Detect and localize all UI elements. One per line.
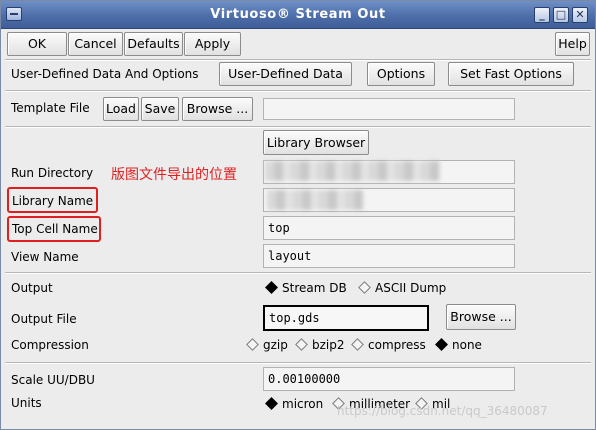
stream-out-window: Virtuoso® Stream Out _ □ ✕ OK Cancel Def… [0, 0, 596, 430]
compression-bzip2-radio[interactable]: bzip2 [295, 338, 345, 352]
units-micron-radio[interactable]: micron [265, 397, 323, 411]
radio-unselected-icon [246, 338, 259, 351]
separator [5, 272, 591, 274]
apply-button[interactable]: Apply [184, 32, 241, 56]
window-title: Virtuoso® Stream Out [210, 7, 386, 22]
cancel-button[interactable]: Cancel [68, 32, 123, 56]
watermark-text: https://blog.csdn.net/qq_36480087 [337, 404, 548, 418]
set-fast-options-button[interactable]: Set Fast Options [448, 62, 574, 86]
radio-selected-icon [435, 338, 448, 351]
compression-compress-radio[interactable]: compress [351, 338, 426, 352]
user-defined-data-button[interactable]: User-Defined Data [219, 62, 352, 86]
library-name-label: Library Name [12, 194, 94, 208]
template-file-label: Template File [11, 101, 90, 115]
compression-gzip-radio[interactable]: gzip [246, 338, 288, 352]
output-file-browse-button[interactable]: Browse ... [446, 304, 516, 330]
radio-unselected-icon [358, 281, 371, 294]
template-load-button[interactable]: Load [103, 97, 139, 121]
minimize-icon[interactable]: _ [534, 7, 550, 23]
compression-label: Compression [11, 338, 89, 352]
top-cell-name-input[interactable]: top [263, 216, 515, 240]
radio-selected-icon [265, 281, 278, 294]
separator [5, 362, 591, 364]
view-name-label: View Name [11, 250, 79, 264]
ok-button[interactable]: OK [7, 32, 67, 56]
output-file-input[interactable]: top.gds [263, 305, 429, 331]
separator [5, 90, 591, 92]
output-stream-db-radio[interactable]: Stream DB [265, 281, 347, 295]
scale-input[interactable]: 0.00100000 [263, 367, 515, 391]
redacted-library-name [267, 190, 363, 210]
template-save-button[interactable]: Save [141, 97, 179, 121]
close-icon[interactable]: ✕ [572, 7, 588, 23]
radio-selected-icon [265, 397, 278, 410]
library-browser-button[interactable]: Library Browser [263, 130, 369, 155]
units-label: Units [11, 396, 42, 410]
output-label: Output [11, 281, 53, 295]
top-cell-name-label: Top Cell Name [12, 222, 98, 236]
template-file-input[interactable] [263, 98, 515, 120]
output-ascii-dump-radio[interactable]: ASCII Dump [358, 281, 446, 295]
output-file-label: Output File [11, 312, 77, 326]
title-bar[interactable]: Virtuoso® Stream Out _ □ ✕ [1, 1, 595, 29]
options-button[interactable]: Options [367, 62, 435, 86]
user-defined-options-label: User-Defined Data And Options [11, 67, 199, 81]
separator [5, 126, 591, 128]
radio-unselected-icon [295, 338, 308, 351]
template-browse-button[interactable]: Browse ... [182, 97, 253, 121]
redacted-run-directory [265, 161, 440, 181]
maximize-icon[interactable]: □ [553, 7, 569, 23]
scale-label: Scale UU/DBU [11, 373, 95, 387]
annotation-text: 版图文件导出的位置 [111, 167, 237, 183]
separator [5, 59, 591, 61]
defaults-button[interactable]: Defaults [124, 32, 183, 56]
compression-none-radio[interactable]: none [435, 338, 482, 352]
view-name-input[interactable]: layout [263, 244, 515, 268]
help-button[interactable]: Help [555, 32, 590, 56]
run-directory-label: Run Directory [11, 166, 94, 180]
radio-unselected-icon [351, 338, 364, 351]
